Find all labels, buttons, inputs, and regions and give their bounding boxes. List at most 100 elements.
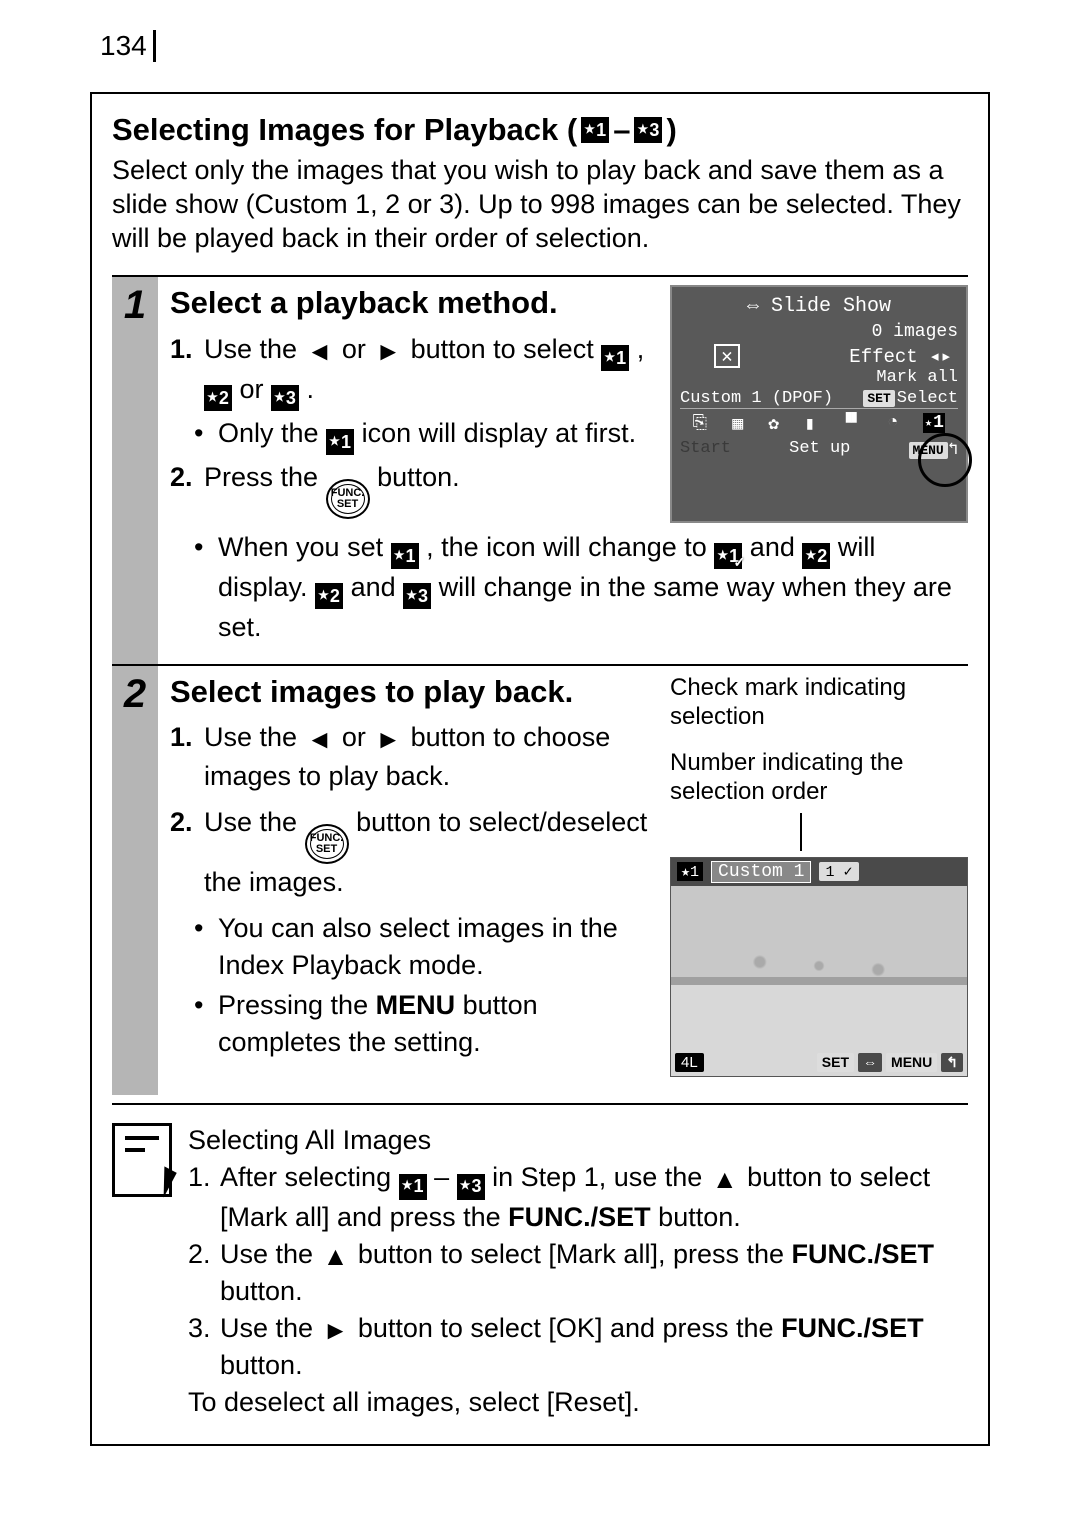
- text: Pressing the: [218, 990, 376, 1020]
- text: Use the: [204, 807, 305, 837]
- menu-label: MENU: [376, 990, 456, 1020]
- cam-set-badge: SET: [863, 390, 894, 407]
- camera-screen-select: Check mark indicating selection Number i…: [670, 674, 968, 1077]
- funcset-label: FUNC./SET: [781, 1313, 924, 1343]
- text: button.: [377, 462, 460, 492]
- text: Only the: [218, 418, 326, 448]
- caption-number: Number indicating the selection order: [670, 749, 968, 807]
- text: Use the: [204, 334, 305, 364]
- step-body: Select images to play back. 1. Use the ◄…: [158, 666, 968, 1095]
- step-number: 1: [124, 283, 146, 328]
- star3-icon: ★3: [457, 1174, 485, 1200]
- substep-text: Use the ◄ or ► button to choose images t…: [204, 719, 658, 794]
- note-num: 3.: [188, 1311, 220, 1383]
- right-arrow-icon: ►: [321, 1314, 351, 1348]
- func-set-button-icon: FUNC.SET: [326, 479, 370, 519]
- cam-setup: Set up: [789, 439, 850, 460]
- grid-icon: ▦: [732, 413, 743, 435]
- text: .: [307, 374, 315, 404]
- bullet-icon: •: [194, 910, 218, 983]
- star1-icon: ★1: [601, 345, 629, 371]
- bullet-text: You can also select images in the Index …: [218, 910, 658, 983]
- cam-custom: Custom 1: [711, 861, 811, 883]
- note-icon: [112, 1123, 172, 1197]
- section-title: Selecting Images for Playback ( ★1 – ★3 …: [112, 112, 968, 148]
- notes-title: Selecting All Images: [188, 1123, 968, 1158]
- text: Use the: [220, 1313, 321, 1343]
- note-text: Use the ▲ button to select [Mark all], p…: [220, 1237, 968, 1309]
- substep-num: 1.: [170, 331, 204, 411]
- title-prefix: Selecting Images for Playback (: [112, 112, 577, 148]
- note-num: 1.: [188, 1160, 220, 1235]
- manual-page: 134 Selecting Images for Playback ( ★1 –…: [0, 0, 1080, 1506]
- callout-line: [800, 813, 802, 851]
- resolution-badge: 4L: [675, 1053, 704, 1072]
- cam-set-badge: SET: [817, 1053, 854, 1072]
- page-number: 134: [100, 30, 156, 62]
- text: button to select: [411, 334, 602, 364]
- cam-start: Start: [680, 439, 731, 460]
- step-number-cell: 1: [112, 277, 158, 664]
- text: Use the: [204, 722, 305, 752]
- bullet-text: Pressing the MENU button completes the s…: [218, 987, 658, 1060]
- cam-custom: Custom 1 (DPOF): [680, 389, 833, 408]
- note-text: After selecting ★1 – ★3 in Step 1, use t…: [220, 1160, 968, 1235]
- func-set-button-icon: FUNC.SET: [305, 824, 349, 864]
- substep-num: 2.: [170, 804, 204, 900]
- note-text: Use the ► button to select [OK] and pres…: [220, 1311, 968, 1383]
- funcset-label: FUNC./SET: [508, 1202, 651, 1232]
- camera-screen: ★1 Custom 1 1 ✓ 4L SET ⇔ MENU ↰: [670, 857, 968, 1077]
- bullet-icon: •: [194, 529, 218, 646]
- leaf-icon: ✿: [768, 413, 779, 435]
- loop-icon: ⎘: [693, 413, 707, 435]
- star1-icon: ★1: [326, 429, 354, 455]
- step-heading: Select images to play back.: [170, 674, 658, 710]
- cam-effect: Effect: [849, 346, 917, 368]
- left-arrow-icon: ◄: [305, 334, 335, 369]
- cam-mark-all: Mark all: [680, 368, 958, 387]
- callout-circle: [918, 433, 972, 487]
- bullet-text: Only the ★1 icon will display at first.: [218, 415, 636, 455]
- step-body: Select a playback method. 1. Use the ◄ o…: [158, 277, 968, 664]
- note-num: 2.: [188, 1237, 220, 1309]
- text: Press the: [204, 462, 326, 492]
- star1-checked-icon: ★1: [714, 543, 742, 569]
- cam-icon-row: ⎘ ▦ ✿ ▮ ▝▘ ◔ ★1: [680, 408, 958, 437]
- notes-box: Selecting All Images 1. After selecting …: [112, 1105, 968, 1420]
- star3-icon: ★3: [634, 117, 662, 143]
- step-number: 2: [124, 672, 146, 717]
- title-dash: –: [613, 112, 630, 148]
- star1-icon: ★1: [399, 1174, 427, 1200]
- bullet-text: When you set ★1 , the icon will change t…: [218, 529, 968, 646]
- star1-icon: ★1: [677, 862, 703, 881]
- text: ,: [637, 334, 645, 364]
- substep-text: Press the FUNC.SET button.: [204, 459, 658, 519]
- text: –: [434, 1162, 457, 1192]
- notes-footer: To deselect all images, select [Reset].: [188, 1385, 968, 1420]
- clock-icon: ◔: [887, 413, 898, 435]
- camera-screen-slideshow: ⇔ Slide Show 0 images ✕ Effect ◂▸ Mark a…: [670, 285, 968, 523]
- star2-icon: ★2: [204, 385, 232, 411]
- step-heading: Select a playback method.: [170, 285, 658, 321]
- funcset-label: FUNC./SET: [792, 1239, 935, 1269]
- camera-icon: ▝▘: [840, 413, 862, 435]
- folder-icon: ▮: [804, 413, 815, 435]
- text: or: [240, 374, 272, 404]
- text: button to select [OK] and press the: [358, 1313, 781, 1343]
- star2-icon: ★2: [802, 543, 830, 569]
- right-arrow-icon: ►: [373, 334, 403, 369]
- star1-icon: ★1: [923, 413, 945, 433]
- star1-icon: ★1: [581, 117, 609, 143]
- text: or: [342, 334, 374, 364]
- text: , the icon will change to: [426, 532, 714, 562]
- text: When you set: [218, 532, 391, 562]
- up-arrow-icon: ▲: [710, 1163, 740, 1197]
- up-arrow-icon: ▲: [321, 1240, 351, 1274]
- substep-text: Use the ◄ or ► button to select ★1 , ★2 …: [204, 331, 658, 411]
- cam-select: Select: [897, 389, 958, 408]
- title-suffix: ): [666, 112, 676, 148]
- step-number-cell: 2: [112, 666, 158, 1095]
- star2-icon: ★2: [315, 583, 343, 609]
- intro-text: Select only the images that you wish to …: [112, 154, 968, 255]
- text: in Step 1, use the: [492, 1162, 710, 1192]
